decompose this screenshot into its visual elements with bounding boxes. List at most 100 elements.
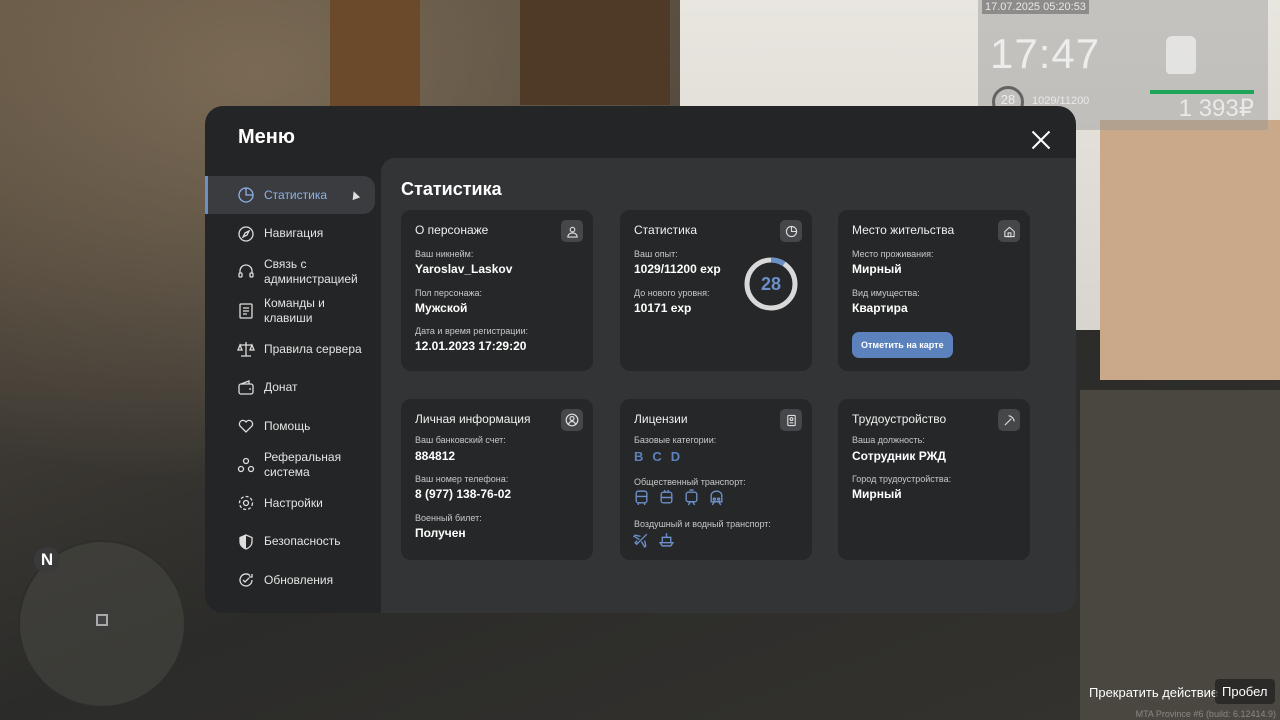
pie-chart-icon: [780, 220, 802, 242]
player-marker-icon: [96, 614, 108, 626]
menu-window: Меню Статистика Навигация Связь с админи…: [205, 106, 1076, 613]
menu-title: Меню: [238, 126, 295, 148]
military-id-value: Получен: [415, 526, 466, 540]
sidebar-item-label: Реферальная система: [264, 449, 342, 479]
hud-money: 1 393₽: [1178, 95, 1254, 122]
background-doorway: [520, 0, 670, 105]
sidebar-item-rules[interactable]: Правила сервера: [205, 330, 375, 368]
gender-label: Пол персонажа:: [415, 288, 483, 298]
build-info: MTA Province #6 (build: 6.12414.9): [1135, 709, 1276, 719]
plane-icon: [633, 533, 648, 548]
bank-account-value: 884812: [415, 449, 456, 463]
referral-icon: [237, 457, 255, 472]
sidebar-item-label: Обновления: [264, 572, 334, 587]
sidebar-item-label: Навигация: [264, 226, 324, 240]
exp-value: 1029/11200 exp: [634, 262, 721, 276]
background-floor: [1080, 390, 1280, 720]
scales-icon: [237, 342, 255, 357]
compass-icon: [238, 225, 254, 242]
space-key-button[interactable]: Пробел: [1215, 679, 1275, 704]
sidebar-item-admin-contact[interactable]: Связь с администрацией: [205, 253, 375, 291]
card-title: Лицензии: [634, 412, 688, 426]
sidebar-item-label: Статистика: [264, 187, 328, 202]
bank-account-label: Ваш банковский счет:: [415, 435, 506, 445]
trolleybus-icon: [660, 489, 673, 504]
mark-on-map-button[interactable]: Отметить на карте: [852, 332, 953, 358]
card-statistics: Статистика Ваш опыт: 1029/11200 exp До н…: [620, 210, 812, 371]
property-type-label: Вид имущества:: [852, 288, 920, 298]
card-title: Статистика: [634, 223, 698, 237]
next-level-value: 10171 exp: [634, 301, 692, 315]
registration-value: 12.01.2023 17:29:20: [415, 339, 527, 353]
public-transport-label: Общественный транспорт:: [634, 477, 746, 487]
card-personal-info: Личная информация Ваш банковский счет: 8…: [401, 399, 593, 560]
sidebar-item-referral[interactable]: Реферальная система: [205, 446, 375, 484]
sidebar-item-help[interactable]: Помощь: [205, 407, 375, 445]
north-icon: N: [34, 547, 60, 573]
headset-icon: [238, 264, 254, 278]
tram-icon: [685, 489, 698, 506]
card-employment: Трудоустройство Ваша должность: Сотрудни…: [838, 399, 1030, 560]
user-circle-icon: [561, 409, 583, 431]
hud-datetime: 17.07.2025 05:20:53: [982, 0, 1089, 14]
position-value: Сотрудник РЖД: [852, 449, 946, 463]
home-icon: [998, 220, 1020, 242]
basic-categories-label: Базовые категории:: [634, 435, 717, 445]
pickaxe-icon: [998, 409, 1020, 431]
sidebar-item-navigation[interactable]: Навигация: [205, 215, 375, 253]
fist-icon: [1166, 36, 1196, 74]
level-value: 28: [760, 274, 782, 294]
heart-hand-icon: [238, 419, 254, 433]
background-wall-right: [1100, 120, 1280, 380]
license-icon: [780, 409, 802, 431]
sidebar-item-updates[interactable]: Обновления: [205, 561, 375, 599]
nickname-value: Yaroslav_Laskov: [415, 262, 513, 276]
air-water-transport-label: Воздушный и водный транспорт:: [634, 519, 771, 529]
sidebar-item-label: Безопасность: [264, 534, 341, 548]
sidebar-item-donate[interactable]: Донат: [205, 369, 375, 407]
license-category: D: [670, 449, 681, 464]
sidebar-item-label: Помощь: [264, 418, 311, 433]
close-button[interactable]: [1031, 130, 1051, 150]
card-title: Личная информация: [415, 412, 531, 426]
sidebar-item-label: Команды и клавиши: [264, 295, 325, 325]
air-water-transport-icons: [633, 531, 675, 548]
hud-level: 28: [1000, 92, 1016, 107]
nickname-label: Ваш никнейм:: [415, 249, 474, 259]
user-icon: [561, 220, 583, 242]
card-licenses: Лицензии Базовые категории: B C D Общест…: [620, 399, 812, 560]
sidebar-item-label: Правила сервера: [264, 341, 362, 356]
boat-icon: [658, 533, 675, 547]
wallet-icon: [238, 379, 254, 395]
sidebar-item-settings[interactable]: Настройки: [205, 484, 375, 522]
exp-label: Ваш опыт:: [634, 249, 678, 259]
employment-city-value: Мирный: [852, 487, 902, 501]
next-level-label: До нового уровня:: [634, 288, 710, 298]
bus-icon: [635, 490, 648, 505]
sidebar-item-label: Донат: [264, 380, 298, 394]
sidebar-item-statistics[interactable]: Статистика: [205, 176, 375, 214]
sidebar-item-label: Связь с администрацией: [264, 257, 358, 286]
employment-city-label: Город трудоустройства:: [852, 474, 952, 484]
position-label: Ваша должность:: [852, 435, 925, 445]
public-transport-icons: [633, 489, 725, 506]
basic-categories: B C D: [634, 449, 680, 464]
content-panel: Статистика О персонаже Ваш никнейм: Yaro…: [381, 158, 1076, 613]
license-category: C: [652, 449, 662, 464]
phone-value: 8 (977) 138-76-02: [415, 487, 512, 501]
sidebar-item-commands[interactable]: Команды и клавиши: [205, 292, 375, 330]
card-title: О персонаже: [415, 223, 489, 237]
sidebar-item-security[interactable]: Безопасность: [205, 523, 375, 561]
military-id-label: Военный билет:: [415, 513, 482, 523]
residence-place-label: Место проживания:: [852, 249, 934, 259]
train-icon: [710, 490, 723, 506]
mouse-cursor-icon: [349, 189, 361, 201]
level-progress-ring: 28: [744, 257, 798, 311]
page-title: Статистика: [401, 179, 502, 199]
shield-icon: [239, 533, 253, 550]
sidebar-item-label: Настройки: [264, 495, 323, 510]
license-category: B: [634, 449, 644, 464]
background-door: [330, 0, 420, 110]
refresh-check-icon: [239, 573, 253, 587]
pie-chart-icon: [238, 187, 254, 203]
